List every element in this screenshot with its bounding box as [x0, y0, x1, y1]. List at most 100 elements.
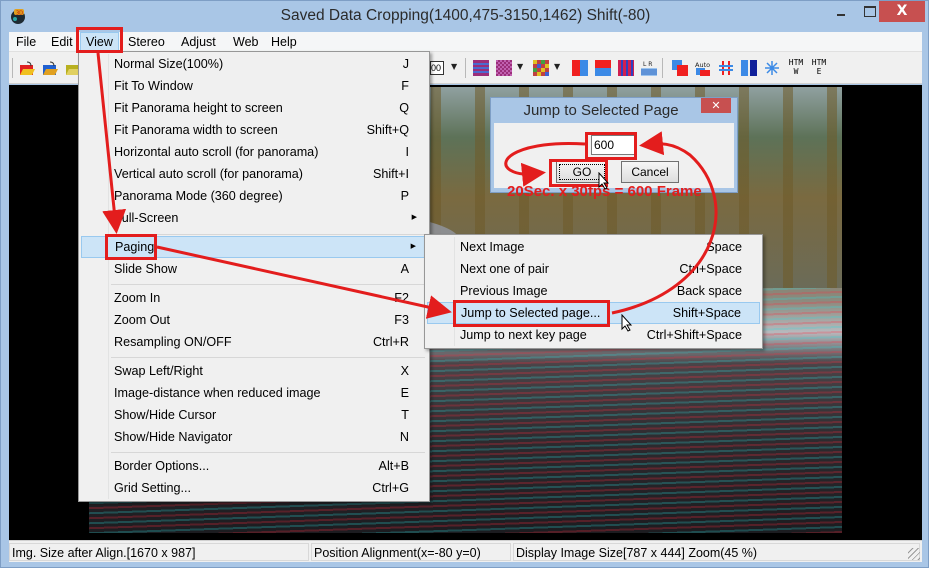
grid-lines-icon[interactable]: L R: [641, 60, 657, 76]
menu-item-panorama-mode[interactable]: Panorama Mode (360 degree) P: [81, 185, 427, 207]
overlay-icon[interactable]: [672, 60, 688, 76]
menu-item-normal-size[interactable]: Normal Size(100%) J: [81, 53, 427, 75]
menu-item-zoom-out[interactable]: Zoom Out F3: [81, 309, 427, 331]
menu-item-next-one-of-pair[interactable]: Next one of pair Ctrl+Space: [427, 258, 760, 280]
menu-bar: File Edit View Stereo Adjust Web Help: [9, 32, 922, 52]
menu-item-label: Zoom Out: [114, 313, 170, 327]
menu-item-swap-left-right[interactable]: Swap Left/Right X: [81, 360, 427, 382]
menu-item-label: Border Options...: [114, 459, 210, 473]
color-mosaic-icon[interactable]: [533, 60, 549, 76]
menu-item-zoom-in[interactable]: Zoom In F2: [81, 287, 427, 309]
menu-item-label: Show/Hide Navigator: [114, 430, 233, 444]
side-by-side-icon[interactable]: [572, 60, 588, 76]
status-img-size: Img. Size after Align.[1670 x 987]: [9, 543, 309, 561]
close-button[interactable]: X: [879, 1, 925, 22]
menu-item-fit-panorama-width[interactable]: Fit Panorama width to screen Shift+Q: [81, 119, 427, 141]
menu-item-show-hide-navigator[interactable]: Show/Hide Navigator N: [81, 426, 427, 448]
open-folder-blue-icon[interactable]: [42, 60, 58, 76]
toolbar-separator: [662, 58, 663, 78]
minimize-button[interactable]: [829, 1, 855, 22]
menu-item-label: Fit Panorama width to screen: [114, 123, 278, 137]
menu-item-label: Slide Show: [114, 262, 178, 276]
menu-web[interactable]: Web: [228, 32, 263, 52]
menu-adjust[interactable]: Adjust: [176, 32, 221, 52]
zoom-100-icon[interactable]: 00: [430, 61, 444, 75]
mouse-cursor-icon: [621, 314, 633, 332]
menu-item-full-screen[interactable]: Full-Screen ▶: [81, 207, 427, 229]
menu-item-shortcut: A: [400, 262, 409, 276]
menu-item-shortcut: Back space: [676, 284, 742, 298]
status-display-size: Display Image Size[787 x 444] Zoom(45 %): [513, 543, 920, 561]
paging-submenu: Next Image Space Next one of pair Ctrl+Spa…: [424, 234, 763, 349]
menu-stereo[interactable]: Stereo: [123, 32, 170, 52]
menu-item-fit-to-window[interactable]: Fit To Window F: [81, 75, 427, 97]
menu-edit[interactable]: Edit: [46, 32, 78, 52]
menu-item-label: Next Image: [460, 240, 525, 254]
htm-e-icon[interactable]: HTM E: [810, 58, 828, 76]
menu-item-shortcut: N: [399, 430, 409, 444]
menu-item-label: Vertical auto scroll (for panorama): [114, 167, 303, 181]
mouse-cursor-icon: [598, 172, 610, 190]
menu-item-label: Swap Left/Right: [114, 364, 203, 378]
toolbar-separator: [12, 58, 13, 78]
column-interlace-icon[interactable]: [618, 60, 634, 76]
menu-item-border-options[interactable]: Border Options... Alt+B: [81, 455, 427, 477]
menu-item-previous-image[interactable]: Previous Image Back space: [427, 280, 760, 302]
dialog-close-button[interactable]: ✕: [701, 98, 731, 113]
htm-w-icon[interactable]: HTM W: [787, 58, 805, 76]
snowflake-icon[interactable]: [764, 60, 780, 76]
checker-icon[interactable]: [496, 60, 512, 76]
menu-item-shortcut: Ctrl+G: [372, 481, 409, 495]
top-bottom-icon[interactable]: [595, 60, 611, 76]
toolbar-separator: [465, 58, 466, 78]
mosaic-dropdown-arrow-icon[interactable]: ▼: [554, 62, 560, 71]
status-bar: Img. Size after Align.[1670 x 987] Posit…: [9, 540, 922, 562]
menu-item-shortcut: Ctrl+R: [372, 335, 409, 349]
menu-item-label: Zoom In: [114, 291, 161, 305]
menu-item-shortcut: Q: [399, 101, 409, 115]
menu-item-image-distance[interactable]: Image-distance when reduced image E: [81, 382, 427, 404]
menu-file[interactable]: File: [11, 32, 41, 52]
menu-item-shortcut: Shift+Space: [672, 306, 741, 320]
menu-item-label: Previous Image: [460, 284, 548, 298]
menu-item-jump-to-next-key-page[interactable]: Jump to next key page Ctrl+Shift+Space: [427, 324, 760, 346]
menu-item-shortcut: Space: [706, 240, 742, 254]
menu-item-label: Image-distance when reduced image: [114, 386, 321, 400]
menu-help[interactable]: Help: [266, 32, 302, 52]
line-interlace-icon[interactable]: [473, 60, 489, 76]
menu-item-fit-panorama-height[interactable]: Fit Panorama height to screen Q: [81, 97, 427, 119]
menu-item-next-image[interactable]: Next Image Space: [427, 236, 760, 258]
crosshair-icon[interactable]: [718, 60, 734, 76]
open-folder-red-icon[interactable]: [19, 60, 35, 76]
menu-item-slide-show[interactable]: Slide Show A: [81, 258, 427, 280]
annotation-box-paging: [105, 234, 157, 260]
menu-item-grid-setting[interactable]: Grid Setting... Ctrl+G: [81, 477, 427, 499]
title-bar: 3D Saved Data Cropping(1400,475-3150,146…: [1, 1, 929, 33]
window-title: Saved Data Cropping(1400,475-3150,1462) …: [280, 7, 651, 24]
menu-item-label: Resampling ON/OFF: [114, 335, 232, 349]
menu-item-label: Show/Hide Cursor: [114, 408, 217, 422]
menu-item-shortcut: P: [400, 189, 409, 203]
zoom-dropdown-arrow-icon[interactable]: ▼: [451, 62, 457, 71]
blue-pair-icon[interactable]: [741, 60, 757, 76]
cancel-button[interactable]: Cancel: [621, 161, 679, 183]
svg-text:Auto: Auto: [695, 61, 710, 69]
checker-dropdown-arrow-icon[interactable]: ▼: [517, 62, 523, 71]
menu-item-shortcut: I: [405, 145, 410, 159]
menu-item-label: Normal Size(100%): [114, 57, 224, 71]
menu-separator: [111, 234, 425, 235]
auto-align-icon[interactable]: Auto: [695, 60, 711, 76]
menu-item-vertical-auto-scroll[interactable]: Vertical auto scroll (for panorama) Shift…: [81, 163, 427, 185]
menu-item-label: Panorama Mode (360 degree): [114, 189, 283, 203]
menu-item-shortcut: F3: [394, 313, 409, 327]
menu-item-shortcut: E: [400, 386, 409, 400]
annotation-box-view: [76, 27, 123, 53]
svg-text:L R: L R: [643, 61, 652, 68]
menu-item-show-hide-cursor[interactable]: Show/Hide Cursor T: [81, 404, 427, 426]
resize-grip[interactable]: [908, 548, 920, 560]
menu-item-resampling[interactable]: Resampling ON/OFF Ctrl+R: [81, 331, 427, 353]
annotation-box-page-input: [585, 132, 637, 160]
menu-item-shortcut: Shift+Q: [366, 123, 409, 137]
menu-item-horizontal-auto-scroll[interactable]: Horizontal auto scroll (for panorama) I: [81, 141, 427, 163]
menu-item-shortcut: Ctrl+Space: [679, 262, 742, 276]
